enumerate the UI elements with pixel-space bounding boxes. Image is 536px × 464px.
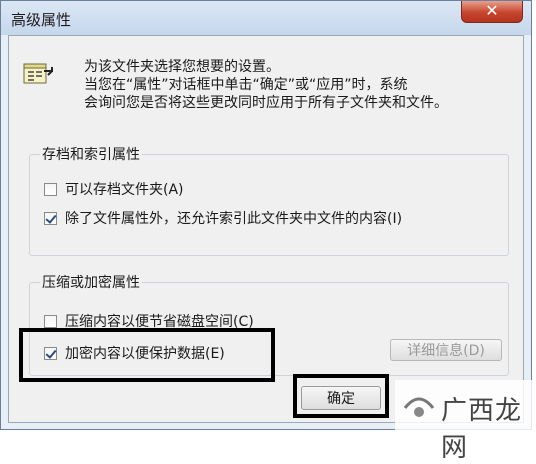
intro-line-2: 当您在“属性”对话框中单击“确定”或“应用”时，系统	[84, 77, 408, 93]
intro-line-1: 为该文件夹选择您想要的设置。	[84, 59, 280, 75]
folder-properties-icon	[23, 63, 53, 84]
close-icon: ✕	[485, 1, 499, 20]
dialog-title: 高级属性	[11, 11, 72, 29]
title-bar[interactable]: 高级属性 ✕	[1, 1, 531, 35]
ok-highlight-box	[293, 374, 389, 418]
index-checkbox-row[interactable]: 除了文件属性外，还允许索引此文件夹中文件的内容(I)	[44, 208, 402, 228]
watermark-logo-icon	[403, 397, 435, 417]
archive-checkbox-label: 可以存档文件夹(A)	[65, 182, 184, 198]
index-checkbox[interactable]	[44, 211, 57, 225]
watermark-text: 广西龙网	[441, 396, 523, 463]
archive-checkbox[interactable]	[44, 182, 57, 196]
archive-checkbox-row[interactable]: 可以存档文件夹(A)	[44, 179, 184, 199]
advanced-attributes-dialog: 高级属性 ✕ 为该文件夹选择您想要的设置。 当您在“属性”对话框中单击“确定”或…	[0, 0, 532, 430]
intro-text: 为该文件夹选择您想要的设置。 当您在“属性”对话框中单击“确定”或“应用”时，系…	[84, 58, 519, 112]
compress-checkbox[interactable]	[44, 314, 57, 328]
intro-line-3: 会询问您是否将这些更改同时应用于所有子文件夹和文件。	[84, 95, 448, 111]
close-button[interactable]: ✕	[461, 1, 523, 23]
archive-group-label: 存档和索引属性	[40, 144, 142, 164]
index-checkbox-label: 除了文件属性外，还允许索引此文件夹中文件的内容(I)	[65, 211, 403, 227]
compress-group-label: 压缩或加密属性	[40, 272, 142, 292]
archive-index-group: 存档和索引属性 可以存档文件夹(A) 除了文件属性外，还允许索引此文件夹中文件的…	[29, 144, 509, 256]
details-button[interactable]: 详细信息(D)	[390, 339, 502, 361]
encrypt-highlight-box	[19, 328, 275, 382]
watermark: 广西龙网	[395, 380, 536, 463]
